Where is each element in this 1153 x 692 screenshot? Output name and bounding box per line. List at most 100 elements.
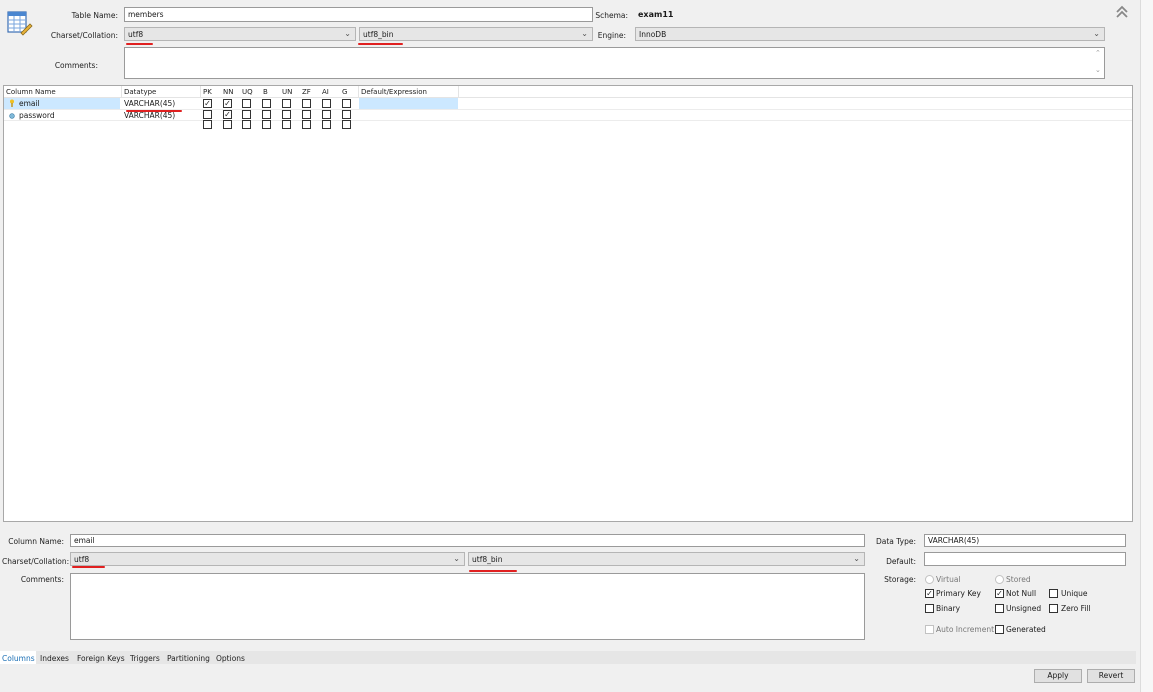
data-type-input[interactable]: VARCHAR(45) [924, 534, 1126, 547]
row-column-name[interactable]: password [19, 111, 55, 120]
uq-checkbox[interactable] [242, 99, 251, 108]
grid-header-zf[interactable]: ZF [302, 88, 311, 96]
unique-label: Unique [1061, 589, 1088, 598]
default-label: Default: [886, 557, 916, 566]
schema-label: Schema: [595, 11, 628, 20]
nn-checkbox[interactable] [223, 120, 232, 129]
row-datatype[interactable]: VARCHAR(45) [124, 111, 175, 120]
uq-checkbox[interactable] [242, 120, 251, 129]
stored-radio [995, 575, 1004, 584]
engine-value: InnoDB [639, 30, 667, 39]
tab-columns[interactable]: Columns [2, 654, 35, 663]
un-checkbox[interactable] [282, 110, 291, 119]
apply-button[interactable]: Apply [1034, 669, 1082, 683]
key-icon [9, 99, 15, 107]
detail-charset-label: Charset/Collation: [2, 557, 70, 566]
grid-header-nn[interactable]: NN [223, 88, 233, 96]
tab-partitioning[interactable]: Partitioning [167, 654, 210, 663]
revert-button[interactable]: Revert [1087, 669, 1135, 683]
pk-checkbox[interactable]: ✓ [203, 99, 212, 108]
annotation-underline [469, 570, 517, 572]
virtual-label: Virtual [936, 575, 961, 584]
g-checkbox[interactable] [342, 110, 351, 119]
row-column-name[interactable]: email [19, 99, 40, 108]
pk-checkbox[interactable] [203, 120, 212, 129]
un-checkbox[interactable] [282, 99, 291, 108]
g-checkbox[interactable] [342, 120, 351, 129]
binary-label: Binary [936, 604, 961, 613]
comments-textarea[interactable] [124, 47, 1105, 79]
scroll-down-icon[interactable]: ⌄ [1095, 66, 1101, 74]
default-cell-highlight [359, 98, 458, 109]
b-checkbox[interactable] [262, 99, 271, 108]
zero-fill-label: Zero Fill [1061, 604, 1091, 613]
b-checkbox[interactable] [262, 120, 271, 129]
un-checkbox[interactable] [282, 120, 291, 129]
grid-header-g[interactable]: G [342, 88, 347, 96]
grid-header-default[interactable]: Default/Expression [361, 88, 427, 96]
virtual-radio [925, 575, 934, 584]
collation-value: utf8_bin [363, 30, 394, 39]
grid-header-ai[interactable]: AI [322, 88, 329, 96]
unique-checkbox[interactable] [1049, 589, 1058, 598]
default-input[interactable] [924, 552, 1126, 566]
not-null-label: Not Null [1006, 589, 1037, 598]
engine-select[interactable]: InnoDB ⌄ [635, 27, 1105, 41]
table-row[interactable]: password VARCHAR(45) ✓ [4, 110, 1132, 120]
grid-header-divider [458, 86, 459, 97]
unsigned-label: Unsigned [1006, 604, 1042, 613]
pk-checkbox[interactable] [203, 110, 212, 119]
vertical-scrollbar[interactable] [1140, 0, 1153, 692]
generated-checkbox[interactable] [995, 625, 1004, 634]
binary-checkbox[interactable] [925, 604, 934, 613]
ai-checkbox[interactable] [322, 120, 331, 129]
detail-charset-select[interactable]: utf8 ⌄ [70, 552, 465, 566]
annotation-underline [72, 566, 105, 568]
grid-header-uq[interactable]: UQ [242, 88, 253, 96]
nn-checkbox[interactable]: ✓ [223, 99, 232, 108]
zf-checkbox[interactable] [302, 110, 311, 119]
grid-header-pk[interactable]: PK [203, 88, 212, 96]
unsigned-checkbox[interactable] [995, 604, 1004, 613]
zf-checkbox[interactable] [302, 120, 311, 129]
table-row[interactable]: email VARCHAR(45) ✓ ✓ [4, 98, 1132, 112]
column-name-label: Column Name: [8, 537, 64, 546]
row-datatype[interactable]: VARCHAR(45) [124, 99, 175, 108]
scroll-up-icon[interactable]: ⌃ [1095, 49, 1101, 57]
primary-key-checkbox[interactable]: ✓ [925, 589, 934, 598]
table-name-input[interactable]: members [124, 7, 593, 22]
collapse-chevron-icon[interactable] [1115, 4, 1129, 20]
g-checkbox[interactable] [342, 99, 351, 108]
stored-label: Stored [1006, 575, 1031, 584]
detail-comments-label: Comments: [20, 575, 64, 584]
detail-comments-textarea[interactable] [70, 573, 865, 640]
grid-header-datatype[interactable]: Datatype [124, 88, 156, 96]
nn-checkbox[interactable]: ✓ [223, 110, 232, 119]
uq-checkbox[interactable] [242, 110, 251, 119]
detail-collation-select[interactable]: utf8_bin ⌄ [468, 552, 865, 566]
zf-checkbox[interactable] [302, 99, 311, 108]
tab-options[interactable]: Options [216, 654, 245, 663]
grid-header-column-name[interactable]: Column Name [6, 88, 56, 96]
ai-checkbox[interactable] [322, 110, 331, 119]
tab-triggers[interactable]: Triggers [130, 654, 160, 663]
charset-value: utf8 [128, 30, 144, 39]
grid-header-un[interactable]: UN [282, 88, 292, 96]
grid-header-b[interactable]: B [263, 88, 268, 96]
engine-label: Engine: [597, 31, 626, 40]
not-null-checkbox[interactable]: ✓ [995, 589, 1004, 598]
collation-select[interactable]: utf8_bin ⌄ [359, 27, 593, 41]
annotation-underline [126, 43, 153, 45]
table-row[interactable] [4, 120, 1132, 130]
b-checkbox[interactable] [262, 110, 271, 119]
zero-fill-checkbox[interactable] [1049, 604, 1058, 613]
column-name-input[interactable]: email [70, 534, 865, 547]
tab-foreign-keys[interactable]: Foreign Keys [77, 654, 125, 663]
detail-charset-value: utf8 [74, 555, 90, 564]
comments-label: Comments: [54, 61, 98, 70]
column-grid[interactable]: Column Name Datatype PK NN UQ B UN ZF AI… [3, 85, 1133, 522]
table-name-label: Table Name: [71, 11, 118, 20]
ai-checkbox[interactable] [322, 99, 331, 108]
charset-select[interactable]: utf8 ⌄ [124, 27, 356, 41]
tab-indexes[interactable]: Indexes [40, 654, 69, 663]
